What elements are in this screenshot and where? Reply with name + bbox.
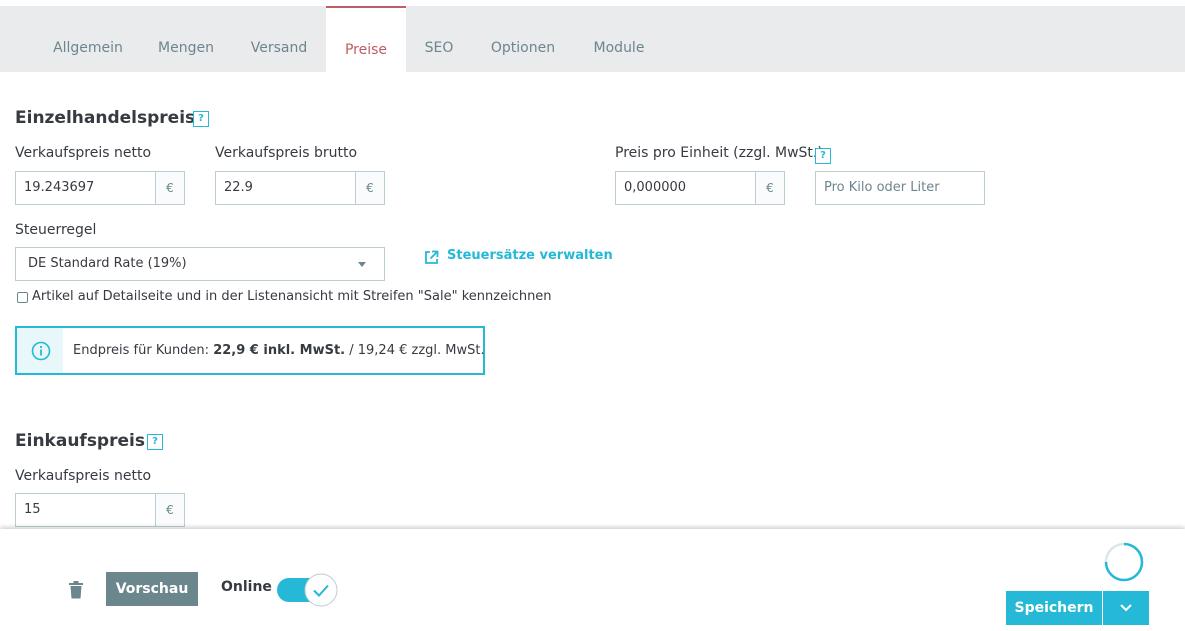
help-icon[interactable]: ? (815, 148, 831, 164)
gross-price-value: 22.9 (224, 180, 253, 195)
unit-type-placeholder: Pro Kilo oder Liter (824, 180, 940, 195)
tax-rule-value: DE Standard Rate (19%) (28, 256, 187, 271)
sale-checkbox[interactable] (17, 292, 28, 303)
final-price-net: / 19,24 € zzgl. MwSt. (345, 343, 485, 358)
help-icon[interactable]: ? (147, 434, 163, 450)
unit-price-input[interactable]: 0,000000 € (615, 171, 785, 205)
final-price-text: Endpreis für Kunden: 22,9 € inkl. MwSt. … (73, 328, 485, 373)
online-toggle[interactable] (276, 573, 339, 607)
gross-price-input[interactable]: 22.9 € (215, 171, 385, 205)
unit-price-label: Preis pro Einheit (zzgl. MwSt.) (615, 145, 823, 161)
save-options-button[interactable] (1103, 591, 1149, 625)
currency-addon: € (755, 172, 784, 204)
purchase-price-heading: Einkaufspreis (15, 431, 145, 451)
final-price-gross: 22,9 € inkl. MwSt. (213, 343, 346, 358)
unit-price-value: 0,000000 (624, 180, 687, 195)
final-price-prefix: Endpreis für Kunden: (73, 343, 214, 358)
tab-preise[interactable]: Preise (326, 6, 406, 72)
sale-checkbox-label: Artikel auf Detailseite und in der Liste… (32, 289, 552, 304)
tab-allgemein[interactable]: Allgemein (44, 6, 132, 72)
purchase-net-value: 15 (24, 502, 41, 517)
external-link-icon (425, 250, 439, 264)
info-icon-box (17, 328, 63, 373)
purchase-net-input[interactable]: 15 € (15, 493, 185, 527)
product-tabs: Allgemein Mengen Versand Preise SEO Opti… (0, 6, 1185, 72)
tab-mengen[interactable]: Mengen (148, 6, 224, 72)
currency-addon: € (355, 172, 384, 204)
net-price-label: Verkaufspreis netto (15, 145, 152, 161)
tab-module[interactable]: Module (584, 6, 654, 72)
preview-button[interactable]: Vorschau (106, 572, 198, 606)
info-icon (31, 341, 51, 361)
trash-icon[interactable] (68, 581, 84, 599)
unit-type-input[interactable]: Pro Kilo oder Liter (815, 171, 985, 205)
net-price-input[interactable]: 19.243697 € (15, 171, 185, 205)
chevron-down-icon (1120, 604, 1132, 612)
currency-addon: € (155, 494, 184, 526)
save-button[interactable]: Speichern (1006, 591, 1102, 625)
retail-price-heading: Einzelhandelspreis (15, 108, 196, 128)
tab-seo[interactable]: SEO (416, 6, 462, 72)
currency-addon: € (155, 172, 184, 204)
net-price-value: 19.243697 (24, 180, 95, 195)
online-label: Online (221, 579, 272, 595)
purchase-net-label: Verkaufspreis netto (15, 468, 152, 484)
gross-price-label: Verkaufspreis brutto (215, 145, 358, 161)
tax-rule-select[interactable]: DE Standard Rate (19%) (15, 247, 385, 281)
help-icon[interactable]: ? (193, 111, 209, 127)
tax-rule-label: Steuerregel (15, 222, 97, 238)
footer-toolbar: Vorschau Online Speichern (0, 529, 1185, 631)
chevron-down-icon (358, 262, 366, 267)
final-price-info: Endpreis für Kunden: 22,9 € inkl. MwSt. … (15, 326, 485, 375)
tab-optionen[interactable]: Optionen (480, 6, 566, 72)
loading-spinner-icon (1104, 542, 1144, 582)
tab-versand[interactable]: Versand (240, 6, 318, 72)
manage-tax-rates-link[interactable]: Steuersätze verwalten (447, 248, 613, 263)
